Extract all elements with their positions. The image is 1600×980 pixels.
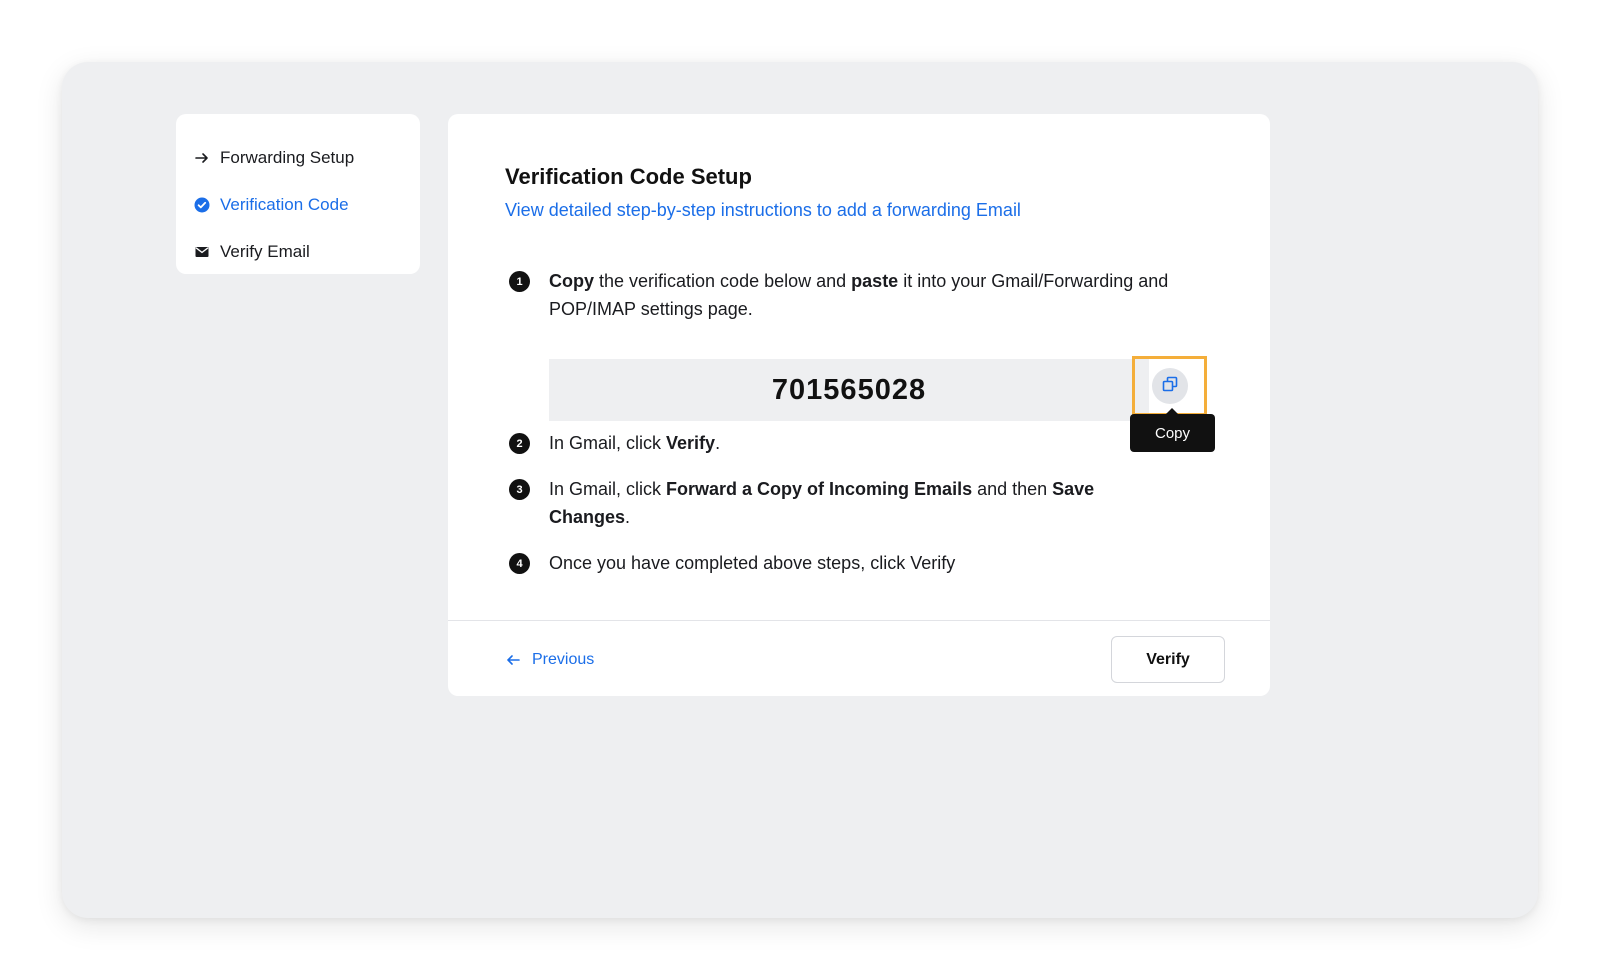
instructions-link[interactable]: View detailed step-by-step instructions … — [505, 200, 1021, 221]
step-1-text: Copy the verification code below and pas… — [549, 271, 1169, 319]
step-number-badge: 1 — [509, 271, 530, 292]
previous-label: Previous — [532, 651, 595, 668]
verification-card: Verification Code Setup View detailed st… — [448, 114, 1270, 696]
previous-button[interactable]: Previous — [505, 651, 594, 669]
arrow-right-icon — [194, 150, 210, 166]
step-verification-code[interactable]: Verification Code — [194, 181, 420, 228]
page-title: Verification Code Setup — [505, 164, 752, 189]
step-verify-email[interactable]: Verify Email — [194, 228, 420, 275]
copy-icon — [1161, 375, 1179, 398]
arrow-left-icon — [505, 652, 521, 668]
step-number-badge: 3 — [509, 479, 530, 500]
step-forwarding-setup[interactable]: Forwarding Setup — [194, 134, 420, 181]
footer-divider — [448, 620, 1270, 621]
step-label: Verify Email — [220, 241, 310, 261]
copy-highlight — [1132, 356, 1207, 416]
verification-code-box: 701565028 — [549, 359, 1149, 421]
verify-button[interactable]: Verify — [1111, 636, 1225, 683]
verification-code: 701565028 — [771, 373, 927, 406]
step-4-text: Once you have completed above steps, cli… — [549, 553, 956, 573]
stepper-sidebar: Forwarding Setup Verification Code Verif… — [176, 114, 420, 274]
step-label: Forwarding Setup — [220, 147, 355, 167]
step-label: Verification Code — [220, 194, 349, 214]
check-circle-icon — [194, 197, 210, 213]
step-3-text: In Gmail, click Forward a Copy of Incomi… — [549, 479, 1095, 527]
step-number-badge: 2 — [509, 433, 530, 454]
step-number-badge: 4 — [509, 553, 530, 574]
step-2-text: In Gmail, click Verify. — [549, 433, 721, 453]
envelope-icon — [194, 244, 210, 260]
copy-button[interactable] — [1151, 368, 1188, 404]
